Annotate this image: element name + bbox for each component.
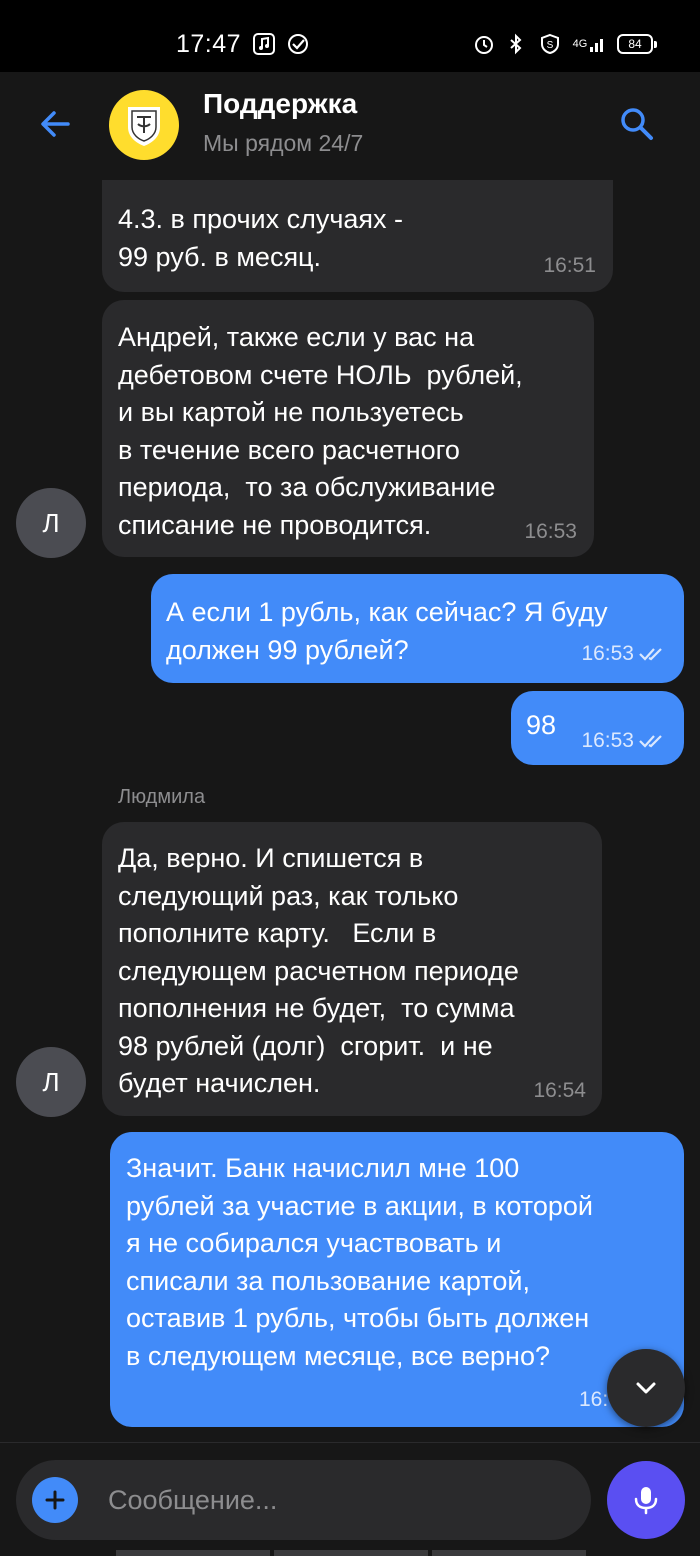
outgoing-message[interactable]: Значит. Банк начислил мне 100 рублей за … xyxy=(110,1132,684,1427)
message-text: Да, верно. И спишется в следующий раз, к… xyxy=(118,843,519,1098)
message-time: 16:51 xyxy=(543,254,596,277)
back-button[interactable] xyxy=(36,104,76,144)
message-time: 16:53 xyxy=(581,729,634,752)
message-time: 16:53 xyxy=(524,520,577,543)
battery-indicator: 84 xyxy=(617,34,657,54)
sender-name: Людмила xyxy=(118,786,206,808)
message-composer xyxy=(0,1442,700,1556)
double-check-icon xyxy=(639,734,662,748)
check-circle-icon xyxy=(286,33,310,55)
message-text: А если 1 рубль, как сейчас? Я буду долже… xyxy=(166,597,608,665)
voice-message-button[interactable] xyxy=(607,1461,685,1539)
chat-subtitle: Мы рядом 24/7 xyxy=(203,130,364,156)
message-meta: 16: xyxy=(579,1381,608,1419)
network-type: 4G xyxy=(572,38,588,50)
chevron-down-icon xyxy=(636,1382,656,1394)
plus-icon xyxy=(45,1490,65,1510)
message-text: Значит. Банк начислил мне 100 рублей за … xyxy=(126,1153,593,1371)
incoming-message[interactable]: Да, верно. И спишется в следующий раз, к… xyxy=(102,822,602,1116)
outgoing-message[interactable]: 98 16:53 xyxy=(511,691,684,765)
search-icon xyxy=(621,108,653,140)
message-text: 4.3. в прочих случаях - 99 руб. в месяц. xyxy=(118,204,404,272)
double-check-icon xyxy=(639,647,662,661)
agent-avatar[interactable]: Л xyxy=(16,1047,86,1117)
music-icon xyxy=(252,33,276,55)
alarm-icon xyxy=(472,33,496,55)
bluetooth-icon xyxy=(504,33,528,55)
bank-logo-icon xyxy=(128,107,160,146)
system-nav-bar xyxy=(116,1550,586,1556)
status-time: 17:47 xyxy=(176,30,242,58)
message-time: 16:53 xyxy=(581,642,634,665)
outgoing-message[interactable]: А если 1 рубль, как сейчас? Я буду долже… xyxy=(151,574,684,683)
arrow-left-icon xyxy=(41,111,70,137)
scroll-down-button[interactable] xyxy=(607,1349,685,1427)
agent-avatar[interactable]: Л xyxy=(16,488,86,558)
incoming-message[interactable]: 4.3. в прочих случаях - 99 руб. в месяц.… xyxy=(102,180,613,292)
support-avatar[interactable] xyxy=(109,90,179,160)
svg-text:S: S xyxy=(547,40,554,51)
message-meta: 16:53 xyxy=(581,635,666,673)
signal-icon: 4G xyxy=(570,33,610,55)
message-time: 16: xyxy=(579,1388,609,1411)
chat-title: Поддержка xyxy=(203,88,358,119)
chat-header: Поддержка Мы рядом 24/7 xyxy=(0,72,700,180)
shield-icon: S xyxy=(538,33,562,55)
message-meta: 16:53 xyxy=(581,722,666,760)
message-list[interactable]: 4.3. в прочих случаях - 99 руб. в месяц.… xyxy=(0,180,700,1442)
message-text: Андрей, также если у вас на дебетовом сч… xyxy=(118,322,523,540)
message-input-container xyxy=(16,1460,591,1540)
message-time: 16:54 xyxy=(533,1079,586,1102)
microphone-icon xyxy=(634,1487,658,1515)
status-bar: 17:47 S 4G 84 xyxy=(0,0,700,72)
message-input[interactable] xyxy=(108,1480,568,1520)
attach-button[interactable] xyxy=(32,1477,78,1523)
incoming-message[interactable]: Андрей, также если у вас на дебетовом сч… xyxy=(102,300,594,557)
search-button[interactable] xyxy=(617,104,657,144)
message-text: 98 xyxy=(526,710,557,740)
